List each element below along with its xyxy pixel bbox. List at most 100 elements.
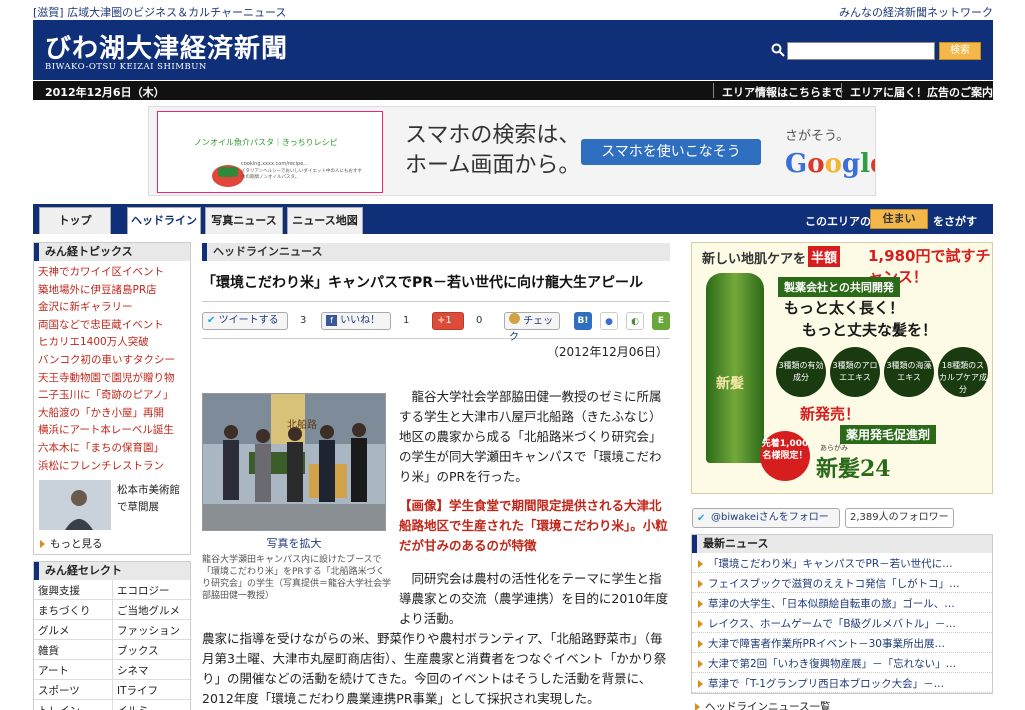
twitter-icon: ✔ <box>207 315 216 326</box>
like-label: いいね！ <box>340 315 381 326</box>
ad-feature-circle: 3種類の有効成分 <box>776 347 826 397</box>
search-input[interactable] <box>787 42 935 60</box>
delicious-icon[interactable]: ◐ <box>626 312 644 330</box>
area-info-link[interactable]: エリア情報はこちらまで <box>722 84 843 100</box>
person-photo-icon <box>39 480 111 531</box>
google-logo-letter: l <box>860 149 870 179</box>
search-button[interactable]: 検索 <box>939 42 981 60</box>
ad-tagline: さがそう。 <box>785 129 850 144</box>
ad-message-line: スマホの検索は、 <box>405 123 581 148</box>
select-category-item[interactable]: 雑貨 <box>34 640 113 661</box>
google-logo-letter: o <box>824 149 842 179</box>
select-category-item[interactable]: アート <box>34 660 113 681</box>
tweet-label: ツイートする <box>218 315 279 326</box>
evernote-icon[interactable]: E <box>652 312 670 330</box>
area-suffix: をさがす <box>933 215 977 228</box>
topic-item[interactable]: 両国などで忠臣蔵イベント <box>34 314 190 332</box>
network-link[interactable]: みんなの経済新聞ネットワーク <box>839 4 993 20</box>
topic-item[interactable]: ヒカリエ1400万人突破 <box>34 331 190 349</box>
topic-thumbnail[interactable] <box>39 480 111 531</box>
article-paragraph: 龍谷大学社会学部脇田健一教授のゼミに所属する学生と大津市八屋戸北船路（きたふなじ… <box>399 389 662 484</box>
select-category-item[interactable]: ご当地グルメ <box>113 600 192 621</box>
select-category-item[interactable]: シネマ <box>113 660 192 681</box>
topic-item[interactable]: 天王寺動物園で園児が贈り物 <box>34 367 190 385</box>
topic-photo[interactable]: 松本市美術館で草間展 <box>34 480 190 531</box>
tab-news-map[interactable]: ニュース地図 <box>287 207 363 234</box>
latest-news-item[interactable]: フェイスブックで滋賀のええトコ発信「しがトコ」… <box>692 573 992 593</box>
left-sidebar: みん経トピックス 天神でカワイイ区イベント 築地場外に伊豆諸島PR店 金沢に新ギャラ… <box>33 242 192 710</box>
select-category-item[interactable]: エコロジー <box>113 580 192 601</box>
select-category-item[interactable]: トレイン <box>34 700 113 710</box>
image-link[interactable]: 【画像】学生食堂で期間限定提供される大津北船路地区で生産された「環境こだわり米」… <box>399 496 671 556</box>
topic-item[interactable]: 金沢に新ギャラリー <box>34 296 190 314</box>
current-date: 2012年12月6日（木） <box>45 86 165 99</box>
select-category-item[interactable]: まちづくり <box>34 600 113 621</box>
photo-sign-text: 北船路 <box>287 418 317 431</box>
latest-news-item[interactable]: 草津の大学生、「日本似顔絵自転車の旅」ゴール、… <box>692 593 992 613</box>
latest-news-list: 「環境こだわり米」キャンパスでPR－若い世代に… フェイスブックで滋賀のええトコ発… <box>692 553 992 693</box>
ad-card-url: cooking.xxxx.com/recipe... <box>241 161 309 167</box>
tab-photo-news[interactable]: 写真ニュース <box>205 207 283 234</box>
latest-news-item[interactable]: 大津で障害者作業所PRイベント－30事業所出展… <box>692 633 992 653</box>
headline-list-link[interactable]: ヘッドラインニュース一覧 <box>691 694 993 710</box>
ad-cta-button[interactable]: スマホを使いこなそう <box>581 139 761 165</box>
hatena-bookmark-icon[interactable]: B! <box>574 312 592 330</box>
topic-item[interactable]: 横浜にアート本レーベル誕生 <box>34 419 190 437</box>
livedoor-clip-icon[interactable]: ● <box>600 312 618 330</box>
ad-headline: 新しい地肌ケアを <box>702 252 807 267</box>
topic-item[interactable]: 大船渡の「かき小屋」再開 <box>34 402 190 420</box>
latest-news-item[interactable]: レイクス、ホームゲームで「B級グルメバトル」－… <box>692 613 992 633</box>
latest-news-item[interactable]: 大津で第2回「いわき復興物産展」－「忘れない」… <box>692 653 992 673</box>
students-photo-icon: 北船路 <box>203 394 385 530</box>
divider <box>841 83 842 98</box>
topic-item[interactable]: 築地場外に伊豆諸島PR店 <box>34 279 190 297</box>
ad-slogan: もっと太く長く！ <box>784 299 905 317</box>
twitter-follow-button[interactable]: ✔ @biwakeiさんをフォロー <box>692 508 840 528</box>
topic-photo-caption[interactable]: 松本市美術館で草間展 <box>117 482 189 516</box>
ad-info-link[interactable]: エリアに届く！広告のご案内 <box>850 84 993 100</box>
select-grid: 復興支援 エコロジー まちづくり ご当地グルメ グルメ ファッション 雑貨 ブックス アート シネ… <box>34 580 192 710</box>
article-photo[interactable]: 北船路 <box>202 393 386 531</box>
enlarge-photo-link[interactable]: 写真を拡大 <box>202 535 386 551</box>
select-category-item[interactable]: ITライフ <box>113 680 192 701</box>
article-paragraph: 農家に指導を受けながらの米、野菜作りや農村ボランティア、「北船路野菜市」（毎月第… <box>202 631 667 706</box>
article-headline: 「環境こだわり米」キャンパスでPR－若い世代に向け龍大生アピール <box>202 275 644 291</box>
area-prefix: このエリアの <box>805 215 871 228</box>
select-category-item[interactable]: ブックス <box>113 640 192 661</box>
google-logo-letter: e <box>870 149 875 179</box>
search-icon <box>771 43 785 57</box>
latest-news-item[interactable]: 「環境こだわり米」キャンパスでPR－若い世代に… <box>692 553 992 573</box>
select-category-item[interactable]: スポーツ <box>34 680 113 701</box>
select-category-item[interactable]: ファッション <box>113 620 192 641</box>
topic-item[interactable]: 六本木に「まちの保育園」 <box>34 437 190 455</box>
follower-count: 2,389人のフォロワー <box>845 508 954 528</box>
ad-card-title: ノンオイル魚介パスタ｜きっちりレシピ <box>194 138 338 147</box>
topic-item[interactable]: バンコク初の車いすタクシー <box>34 349 190 367</box>
tab-top[interactable]: トップ <box>39 207 111 234</box>
topics-title: みん経トピックス <box>34 243 190 261</box>
google-plus-button[interactable]: +1 <box>432 312 464 330</box>
ad-feature-circle: 3種類の海藻エキス <box>884 347 934 397</box>
latest-news-item[interactable]: 草津で「T-1グランプリ西日本ブロック大会」－… <box>692 673 992 693</box>
tab-headline[interactable]: ヘッドライン <box>127 207 201 234</box>
select-category-item[interactable]: イルミ <box>113 700 192 710</box>
topic-item[interactable]: 浜松にフレンチレストラン <box>34 455 190 473</box>
housing-button[interactable]: 住まい <box>870 209 928 229</box>
mixi-check-button[interactable]: チェック <box>504 312 560 343</box>
select-category-item[interactable]: 復興支援 <box>34 580 113 601</box>
topic-item[interactable]: 二子玉川に「奇跡のピアノ」 <box>34 384 190 402</box>
ad-half-price: 半額 <box>808 246 841 267</box>
main-nav: トップ ヘッドライン 写真ニュース ニュース地図 このエリアの 住まい をさがす <box>33 204 993 234</box>
tweet-button[interactable]: ✔ ツイートする <box>202 312 288 330</box>
like-button[interactable]: f いいね！ <box>321 312 391 330</box>
latest-news-box: 最新ニュース 「環境こだわり米」キャンパスでPR－若い世代に… フェイスブックで滋… <box>691 534 993 694</box>
banner-ad[interactable]: ノンオイル魚介パスタ｜きっちりレシピ cooking.xxxx.com/reci… <box>148 106 876 196</box>
hair-product-ad[interactable]: 新しい地肌ケアを 半額 1,980円で試すチャンス！ 新髪 製薬会社との共同開発… <box>691 242 993 494</box>
site-logo[interactable]: びわ湖大津経済新聞 <box>45 28 288 65</box>
topic-item[interactable]: 天神でカワイイ区イベント <box>34 261 190 279</box>
select-category-item[interactable]: グルメ <box>34 620 113 641</box>
site-tagline-link[interactable]: [滋賀] 広域大津圏のビジネス＆カルチャーニュース <box>33 4 286 20</box>
divider <box>202 338 670 339</box>
more-link[interactable]: もっと見る <box>34 530 190 554</box>
ad-feature-circle: 18種類のスカルプケア成分 <box>938 347 988 397</box>
